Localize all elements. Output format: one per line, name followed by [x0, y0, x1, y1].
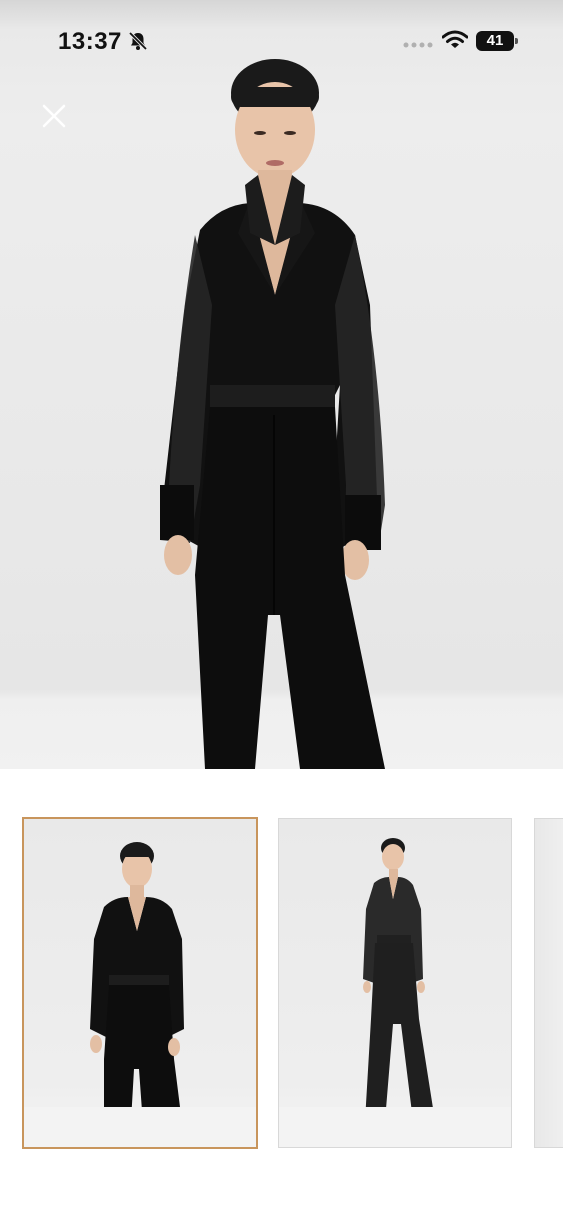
thumbnail-model-photo — [363, 838, 445, 1127]
wifi-icon — [442, 30, 468, 48]
thumbnail-floor — [24, 1107, 256, 1147]
thumbnail-floor — [279, 1107, 511, 1147]
thumbnail-2[interactable] — [278, 818, 512, 1148]
status-bar: 13:37 41 — [0, 0, 563, 84]
model-photo — [160, 59, 385, 769]
main-product-image: 13:37 41 — [0, 0, 563, 769]
thumbnail-1[interactable] — [22, 817, 258, 1149]
thumbnail-3[interactable] — [534, 818, 563, 1148]
status-time: 13:37 — [58, 28, 122, 55]
thumbnail-strip — [0, 816, 563, 1152]
signal-icon — [403, 42, 433, 48]
battery-icon: 41 — [476, 31, 518, 51]
bell-slash-icon — [128, 31, 148, 51]
close-icon[interactable] — [38, 100, 70, 132]
thumbnail-model-photo — [90, 842, 184, 1139]
